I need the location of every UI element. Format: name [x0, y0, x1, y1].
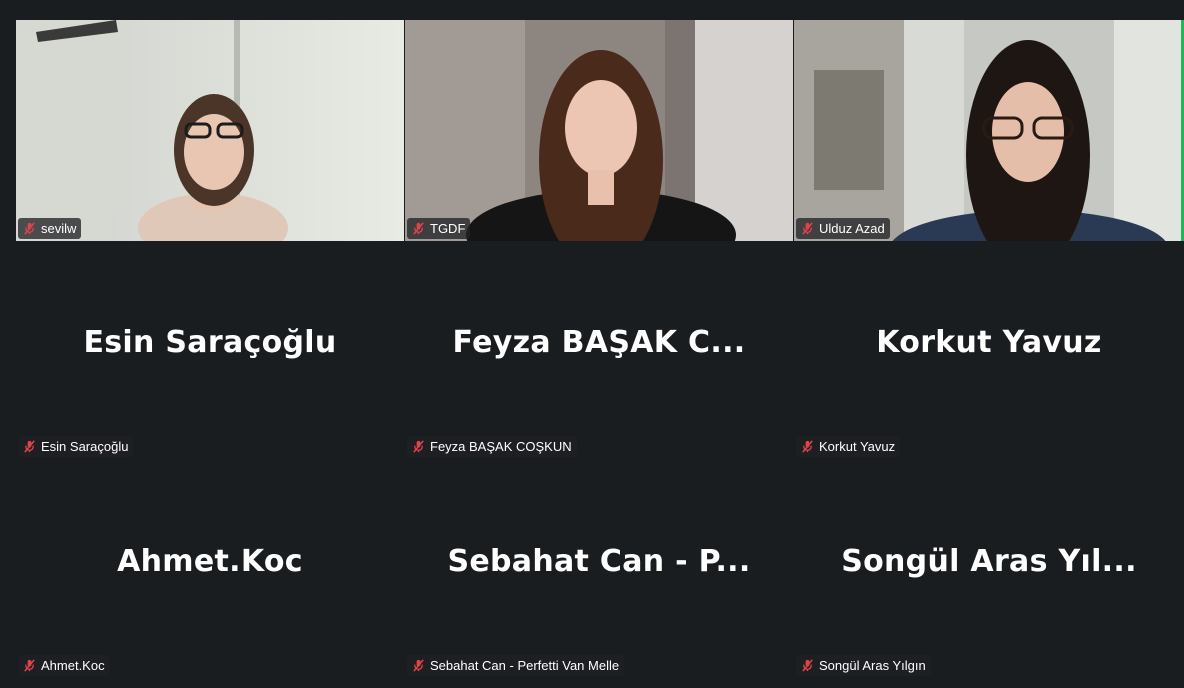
participant-name: Ulduz Azad [819, 221, 885, 236]
participant-name: sevilw [41, 221, 77, 236]
participant-tile-tgdf[interactable]: TGDF [405, 20, 793, 241]
participant-display-name: Korkut Yavuz [876, 325, 1102, 360]
mic-muted-icon [802, 659, 813, 672]
mic-muted-icon [413, 659, 424, 672]
mic-muted-icon [24, 440, 35, 453]
participant-tile-songul-aras-yilgin[interactable]: Songül Aras Yıl... Songül Aras Yılgın [794, 460, 1184, 679]
participant-display-name: Songül Aras Yıl... [841, 544, 1137, 579]
participant-display-name: Esin Saraçoğlu [83, 325, 337, 360]
mic-muted-icon [802, 440, 813, 453]
mic-muted-icon [413, 222, 424, 235]
participant-name: Sebahat Can - Perfetti Van Melle [430, 658, 620, 673]
participant-display-name: Feyza BAŞAK C... [452, 325, 746, 360]
participant-display-name: Ahmet.Koc [117, 544, 303, 579]
participant-video [794, 20, 1184, 241]
participant-name: TGDF [430, 221, 466, 236]
participant-video [405, 20, 793, 241]
participant-name-label: Esin Saraçoğlu [18, 436, 134, 457]
participant-tile-feyza-basak-coskun[interactable]: Feyza BAŞAK C... Feyza BAŞAK COŞKUN [405, 241, 793, 460]
mic-muted-icon [413, 440, 424, 453]
participant-video [16, 20, 404, 241]
participant-name-label: Sebahat Can - Perfetti Van Melle [407, 655, 625, 676]
participant-tile-sevilw[interactable]: sevilw [16, 20, 404, 241]
participant-tile-sebahat-can[interactable]: Sebahat Can - P... Sebahat Can - Perfett… [405, 460, 793, 679]
participant-name-label: sevilw [18, 218, 82, 239]
participant-name-label: Ulduz Azad [796, 218, 890, 239]
meeting-gallery-view: sevilw TGDF Ulduz Azad Esin Saraçoğlu Es… [0, 0, 1184, 688]
participant-name-label: Ahmet.Koc [18, 655, 110, 676]
participant-name-label: TGDF [407, 218, 471, 239]
participant-name-label: Songül Aras Yılgın [796, 655, 931, 676]
participant-name: Ahmet.Koc [41, 658, 105, 673]
mic-muted-icon [802, 222, 813, 235]
participant-tile-esin-saracoglu[interactable]: Esin Saraçoğlu Esin Saraçoğlu [16, 241, 404, 460]
mic-muted-icon [24, 222, 35, 235]
participant-name: Korkut Yavuz [819, 439, 896, 454]
participant-tile-ulduz-azad[interactable]: Ulduz Azad [794, 20, 1184, 241]
participant-tile-ahmet-koc[interactable]: Ahmet.Koc Ahmet.Koc [16, 460, 404, 679]
participant-name: Feyza BAŞAK COŞKUN [430, 439, 572, 454]
participant-name: Songül Aras Yılgın [819, 658, 926, 673]
mic-muted-icon [24, 659, 35, 672]
participant-display-name: Sebahat Can - P... [447, 544, 751, 579]
participant-name: Esin Saraçoğlu [41, 439, 129, 454]
participant-name-label: Feyza BAŞAK COŞKUN [407, 436, 577, 457]
participant-name-label: Korkut Yavuz [796, 436, 901, 457]
participant-tile-korkut-yavuz[interactable]: Korkut Yavuz Korkut Yavuz [794, 241, 1184, 460]
